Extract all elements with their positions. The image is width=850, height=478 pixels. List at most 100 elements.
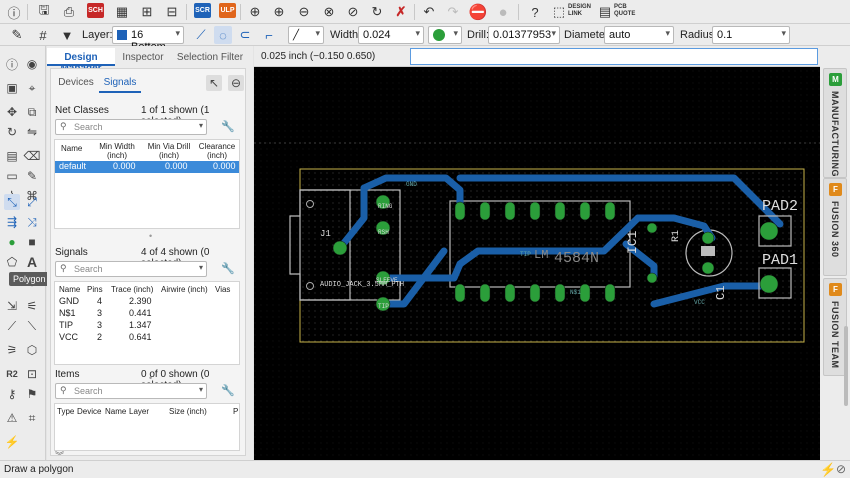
help-icon[interactable]: ? [526, 3, 544, 21]
change-tool-icon[interactable]: ✎ [24, 168, 40, 184]
design-link-icon[interactable]: ⬚ [550, 3, 568, 21]
splitter-handle[interactable]: • [149, 231, 152, 241]
scr-button[interactable]: SCR [194, 3, 211, 18]
via-tool-icon[interactable]: ● [4, 234, 20, 250]
table-row[interactable]: VCC 2 0.641 [55, 332, 239, 344]
group-tool-icon[interactable]: ▭ [4, 168, 20, 184]
ripup-icon[interactable]: ✗ [392, 3, 410, 21]
pcb-quote-icon[interactable]: ▤ [596, 3, 614, 21]
subtab-devices[interactable]: Devices [55, 73, 97, 93]
copy-tool-icon[interactable]: ⧉ [24, 104, 40, 120]
erc-tool-icon[interactable]: ⚡ [4, 434, 20, 450]
rotate-tool-icon[interactable]: ↻ [4, 124, 20, 140]
redo-icon[interactable]: ↷ [444, 3, 462, 21]
text-tool-icon[interactable]: A [24, 254, 40, 270]
cancel-icon[interactable]: ⊘ [836, 462, 846, 476]
board-canvas[interactable]: J1 AUDIO_JACK_3.5MM_PTH RING RSH SLEEVE … [254, 46, 820, 460]
ratsnest-tool-icon[interactable]: ⚞ [4, 342, 20, 358]
polygon-orphan-icon[interactable]: ⊂ [236, 26, 254, 44]
tag-tool-icon[interactable]: ⌗ [24, 410, 40, 426]
tab-fusion-360[interactable]: F FUSION 360 [823, 178, 847, 276]
errors-tool-icon[interactable]: ⚠ [4, 410, 20, 426]
design-link-label[interactable]: DESIGN LINK [568, 4, 592, 18]
polygon-pour-icon[interactable]: ◌ [214, 26, 232, 44]
cursor-select-icon[interactable]: ↖ [206, 75, 222, 91]
width-field[interactable]: 0.024 ▾ [358, 26, 424, 44]
autoroute-tool-icon[interactable]: ⤢ [24, 194, 40, 210]
smd-tool-icon[interactable]: ⟋ [4, 318, 20, 334]
go-icon[interactable]: ● [494, 3, 512, 21]
zoom-in-icon[interactable]: ⊕ [270, 3, 288, 21]
drill-field[interactable]: 0.01377953 ▾ [488, 26, 560, 44]
info-icon[interactable]: ⓘ [5, 3, 23, 21]
zoom-out-icon[interactable]: ⊖ [295, 3, 313, 21]
info-tool-icon[interactable]: ⓘ [4, 56, 20, 72]
tab-inspector[interactable]: Inspector [117, 48, 169, 66]
library-icon[interactable]: ⊟ [163, 3, 181, 21]
drc-tool-icon[interactable]: ⬡ [24, 342, 40, 358]
attribute-tool-icon[interactable]: ⚑ [24, 386, 40, 402]
wrench-icon[interactable]: 🔧 [221, 120, 235, 133]
wrench-icon[interactable]: 🔧 [221, 262, 235, 275]
wire-style-select[interactable]: ╱ ▾ [288, 26, 324, 44]
pencil-icon[interactable]: ✎ [8, 26, 26, 44]
pcb-quote-label[interactable]: PCB QUOTE [614, 4, 636, 18]
paste-tool-icon[interactable]: ▤ [4, 148, 20, 164]
tab-manufacturing[interactable]: M MANUFACTURING [823, 68, 847, 178]
rect-tool-icon[interactable]: ■ [24, 234, 40, 250]
polygon-style-icon[interactable]: ⟋ [192, 26, 210, 44]
fanout-tool-icon[interactable]: ⇶ [4, 214, 20, 230]
items-search[interactable]: ⚲ Search ▾ [55, 383, 207, 399]
wire-tool-icon[interactable]: ⚟ [24, 298, 40, 314]
zoom-select-icon[interactable]: ⊗ [320, 3, 338, 21]
table-row[interactable]: TIP 3 1.347 [55, 320, 239, 332]
lightning-icon[interactable]: ⚡ [820, 462, 836, 478]
tab-selection-filter[interactable]: Selection Filter [171, 48, 249, 66]
show-tool-icon[interactable]: ◉ [24, 56, 40, 72]
signals-search[interactable]: ⚲ Search ▾ [55, 261, 207, 277]
table-row[interactable]: GND 4 2.390 [55, 296, 239, 308]
table-row[interactable]: default 0.000 0.000 0.000 [55, 161, 239, 173]
meander-tool-icon[interactable]: ⤨ [24, 214, 40, 230]
lock-tool-icon[interactable]: ⚷ [4, 386, 20, 402]
display-tool-icon[interactable]: ▣ [4, 80, 20, 96]
command-input[interactable] [410, 48, 818, 65]
wrench-icon[interactable]: 🔧 [221, 384, 235, 397]
net-classes-search[interactable]: ⚲ Search ▾ [55, 119, 207, 135]
table-row[interactable]: N$1 3 0.441 [55, 308, 239, 320]
print-icon[interactable]: ⎙ [60, 3, 78, 21]
sch-button[interactable]: SCH [87, 3, 104, 18]
grid-icon[interactable]: # [34, 26, 52, 44]
delete-tool-icon[interactable]: ⌫ [24, 148, 41, 164]
subtab-signals[interactable]: Signals [99, 73, 141, 93]
layer-label: Layer: [82, 29, 113, 41]
hole-tool-icon[interactable]: ⇲ [4, 298, 20, 314]
radius-field[interactable]: 0.1 ▾ [712, 26, 790, 44]
tab-design-manager[interactable]: Design Manager [47, 48, 115, 74]
redraw-icon[interactable]: ↻ [368, 3, 386, 21]
mirror-tool-icon[interactable]: ⇋ [24, 124, 40, 140]
layer-select[interactable]: 16 Bottom ▾ [112, 26, 184, 53]
via-shape-select[interactable]: ▾ [428, 26, 462, 44]
zoom-fit-icon[interactable]: ⊕ [246, 3, 264, 21]
route-tool-icon[interactable]: ⤡ [4, 194, 20, 210]
filter-icon[interactable]: ▼ [58, 26, 76, 44]
save-icon[interactable]: 🖫 [35, 2, 53, 21]
cam-icon[interactable]: ▦ [113, 3, 131, 21]
polygon-tool-icon[interactable]: ⬠ [4, 254, 20, 270]
ulp-button[interactable]: ULP [219, 3, 236, 18]
diameter-field[interactable]: auto ▾ [604, 26, 674, 44]
design-manager-body: Devices Signals ↖ ⊖ Net Classes 1 of 1 s… [50, 68, 246, 461]
mark-tool-icon[interactable]: ⌖ [24, 80, 40, 96]
value-tool-icon[interactable]: ⊡ [24, 366, 40, 382]
zoom-last-icon[interactable]: ⊘ [344, 3, 362, 21]
export-icon[interactable]: ⊞ [138, 3, 156, 21]
scrollbar[interactable] [844, 326, 848, 406]
undo-icon[interactable]: ↶ [420, 3, 438, 21]
stop-icon[interactable]: ⛔ [469, 3, 488, 21]
zoom-item-icon[interactable]: ⊖ [228, 75, 244, 91]
r2-tool-icon[interactable]: R2 [4, 366, 20, 382]
wire-bend-icon[interactable]: ⌐ [260, 26, 278, 44]
pad-tool-icon[interactable]: ⟍ [24, 318, 40, 334]
move-tool-icon[interactable]: ✥ [4, 104, 20, 120]
